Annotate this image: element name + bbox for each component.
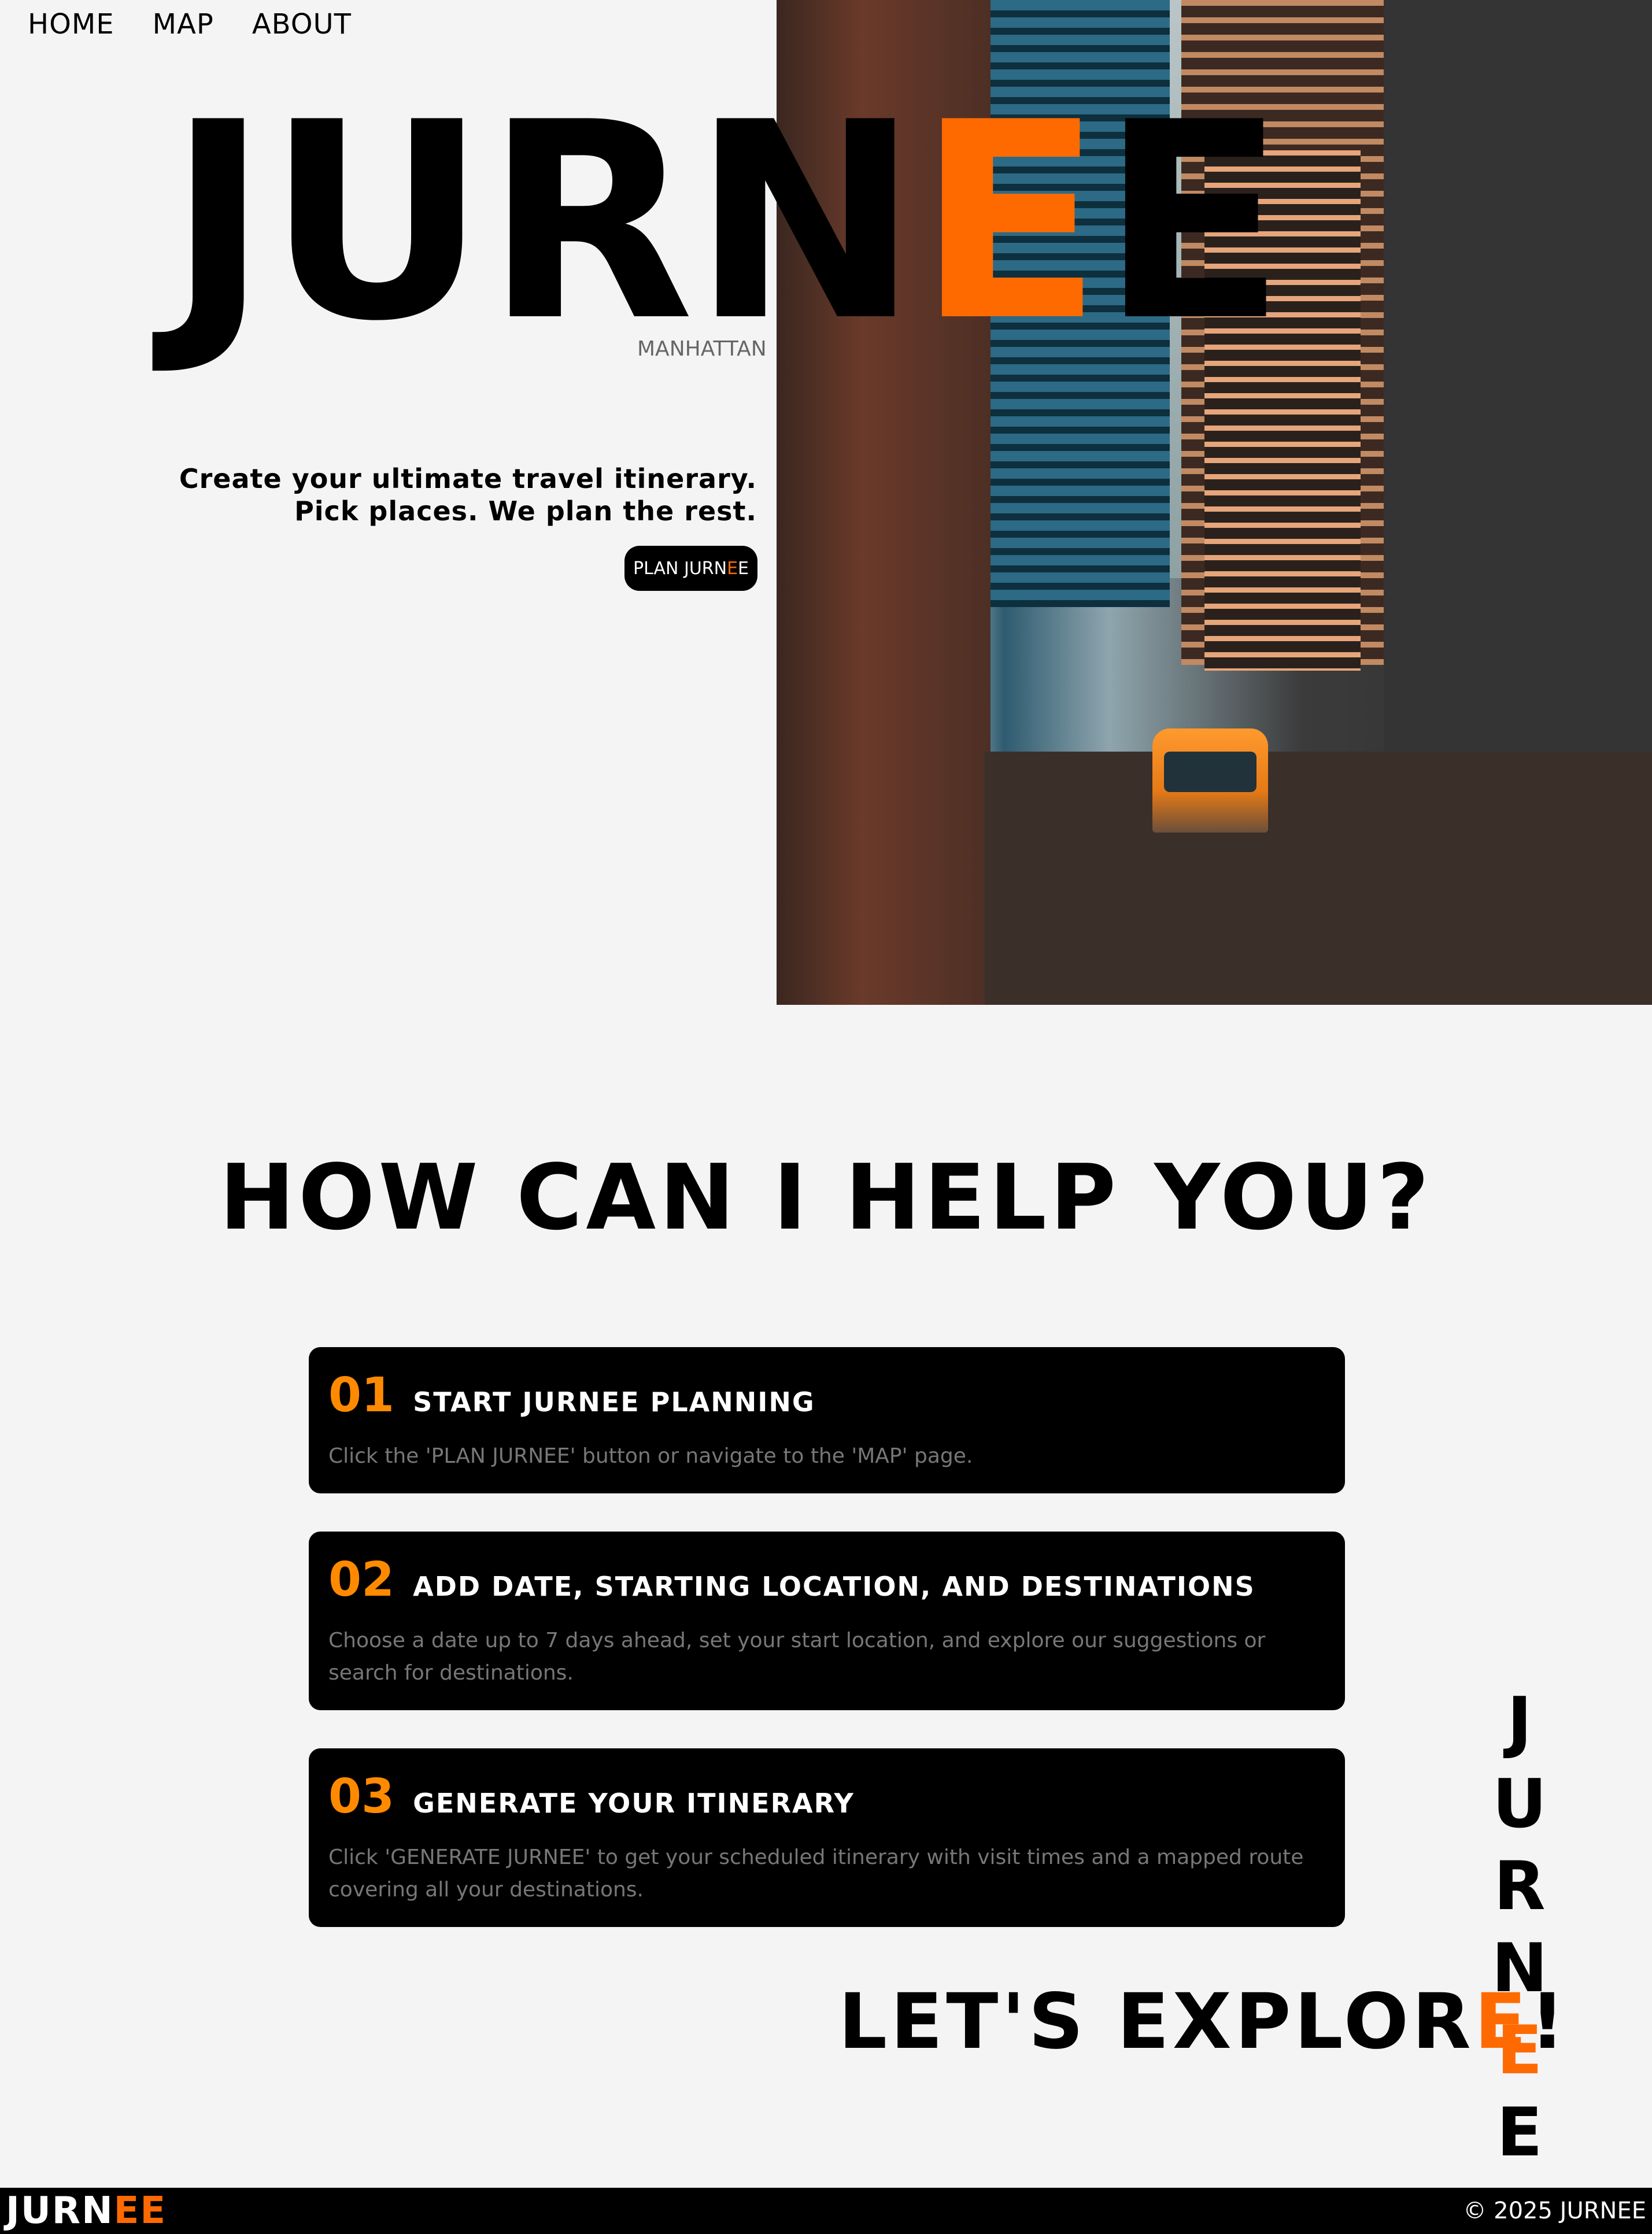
- copyright-text: © 2025 JURNEE: [1463, 2198, 1646, 2224]
- vertical-brand: J U R N E E: [1491, 1681, 1548, 2174]
- footer-logo-part: JURN: [6, 2189, 114, 2232]
- vertical-letter: E: [1496, 2094, 1543, 2172]
- footer: JURNEE © 2025 JURNEE: [0, 2188, 1652, 2234]
- explore-heading: LET'S EXPLORE!: [838, 1977, 1568, 2066]
- hero-tagline: Create your ultimate travel itinerary. P…: [179, 463, 757, 527]
- step-number: 01: [328, 1368, 395, 1423]
- step-description: Choose a date up to 7 days ahead, set yo…: [328, 1629, 1266, 1685]
- step-title: ADD DATE, STARTING LOCATION, AND DESTINA…: [413, 1571, 1255, 1602]
- vertical-letter: R: [1494, 1847, 1546, 1925]
- vertical-letter: U: [1492, 1765, 1547, 1843]
- step-number: 02: [328, 1552, 395, 1607]
- vertical-letter: J: [1507, 1683, 1532, 1761]
- footer-logo-accent: EE: [113, 2189, 167, 2232]
- tagline-line: Create your ultimate travel itinerary.: [179, 463, 757, 494]
- nav-home-link[interactable]: HOME: [28, 8, 114, 40]
- step-description: Click the 'PLAN JURNEE' button or naviga…: [328, 1444, 973, 1468]
- brand-accent-letter: E: [916, 64, 1103, 380]
- footer-logo[interactable]: JURNEE: [6, 2189, 167, 2232]
- section-title: HOW CAN I HELP YOU?: [219, 1145, 1433, 1250]
- top-nav: HOME MAP ABOUT: [28, 8, 352, 40]
- step-title: START JURNEE PLANNING: [413, 1386, 815, 1418]
- nav-map-link[interactable]: MAP: [153, 8, 214, 40]
- brand-part: E: [1100, 64, 1286, 380]
- cta-part: E: [738, 558, 749, 579]
- vertical-letter: N: [1491, 1929, 1548, 2007]
- tagline-line: Pick places. We plan the rest.: [294, 495, 757, 527]
- vertical-letter: E: [1496, 2011, 1543, 2089]
- step-card: 03 GENERATE YOUR ITINERARY Click 'GENERA…: [309, 1748, 1345, 1927]
- plan-jurnee-button[interactable]: PLAN JURN E E: [624, 546, 757, 591]
- nav-about-link[interactable]: ABOUT: [252, 8, 352, 40]
- step-card: 01 START JURNEE PLANNING Click the 'PLAN…: [309, 1347, 1345, 1493]
- step-description: Click 'GENERATE JURNEE' to get your sche…: [328, 1845, 1304, 1902]
- step-title: GENERATE YOUR ITINERARY: [413, 1788, 855, 1819]
- step-number: 03: [328, 1769, 395, 1824]
- explore-part: LET'S EXPLOR: [838, 1977, 1474, 2066]
- step-card: 02 ADD DATE, STARTING LOCATION, AND DEST…: [309, 1532, 1345, 1710]
- steps-list: 01 START JURNEE PLANNING Click the 'PLAN…: [309, 1347, 1345, 1965]
- cta-accent-letter: E: [727, 558, 738, 579]
- brand-part: JURN: [168, 64, 919, 380]
- hero-brand-title: JURNEE: [168, 87, 1286, 358]
- location-label: MANHATTAN: [637, 337, 767, 361]
- cta-part: PLAN JURN: [633, 558, 727, 579]
